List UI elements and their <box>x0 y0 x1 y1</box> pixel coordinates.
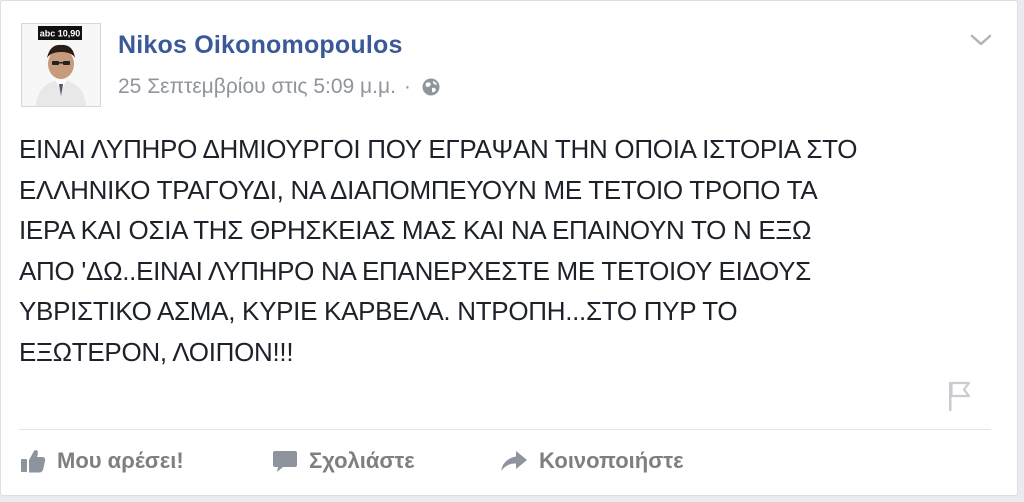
speech-bubble-icon <box>273 451 297 472</box>
flag-icon[interactable] <box>945 379 973 413</box>
share-button[interactable]: Κοινοποιήστε <box>499 447 684 475</box>
post-actions-bar: Μου αρέσει! Σχολιάστε Κοινοποιήστε <box>19 441 684 481</box>
post-body-line: ΕΙΝΑΙ ΛΥΠΗΡΟ ΔΗΜΙΟΥΡΓΟΙ ΠΟΥ ΕΓΡΑΨΑΝ ΤΗΝ … <box>19 134 858 164</box>
share-arrow-icon <box>501 451 527 471</box>
thumbs-up-icon <box>21 450 46 473</box>
like-button-label: Μου αρέσει! <box>57 448 184 473</box>
post-body-line: ΕΞΩΤΕΡΟΝ, ΛΟΙΠΟΝ!!! <box>19 336 294 367</box>
profile-photo: abc 10,90 <box>22 24 100 106</box>
meta-separator: · <box>403 75 411 98</box>
like-button[interactable]: Μου αρέσει! <box>19 447 271 475</box>
post-body: ΕΙΝΑΙ ΛΥΠΗΡΟ ΔΗΜΙΟΥΡΓΟΙ ΠΟΥ ΕΓΡΑΨΑΝ ΤΗΝ … <box>19 129 1009 372</box>
author-avatar[interactable]: abc 10,90 <box>21 23 101 107</box>
post-body-line: ΑΠΟ 'ΔΩ..ΕΙΝΑΙ ΛΥΠΗΡΟ ΝΑ ΕΠΑΝΕΡΧΕΣΤΕ ΜΕ … <box>19 255 811 286</box>
globe-icon[interactable] <box>421 77 441 97</box>
comment-button[interactable]: Σχολιάστε <box>271 447 499 475</box>
share-button-label: Κοινοποιήστε <box>539 448 684 473</box>
post-body-line: ΥΒΡΙΣΤΙΚΟ ΑΣΜΑ, ΚΥΡΙΕ ΚΑΡΒΕΛΑ. ΝΤΡΟΠΗ...… <box>19 296 738 326</box>
comment-button-label: Σχολιάστε <box>309 448 415 473</box>
post-body-line: ΕΛΛΗΝΙΚΟ ΤΡΑΓΟΥΔΙ, ΝΑ ΔΙΑΠΟΜΠΕΥΟΥΝ ΜΕ ΤΕ… <box>19 174 818 205</box>
actions-divider <box>19 429 991 430</box>
facebook-post-card: abc 10,90 Nikos Oikonomopoulos 25 Σεπτεμ… <box>0 0 1018 496</box>
post-body-line: ΙΕΡΑ ΚΑΙ ΟΣΙΑ ΤΗΣ ΘΡΗΣΚΕΙΑΣ ΜΑΣ ΚΑΙ ΝΑ Ε… <box>19 215 812 245</box>
post-meta: 25 Σεπτεμβρίου στις 5:09 μ.μ. · <box>118 75 441 99</box>
avatar-badge-text: abc 10,90 <box>40 29 81 39</box>
author-name[interactable]: Nikos Oikonomopoulos <box>118 31 403 60</box>
post-timestamp[interactable]: 25 Σεπτεμβρίου στις 5:09 μ.μ. <box>118 75 396 99</box>
chevron-down-icon[interactable] <box>969 31 993 49</box>
